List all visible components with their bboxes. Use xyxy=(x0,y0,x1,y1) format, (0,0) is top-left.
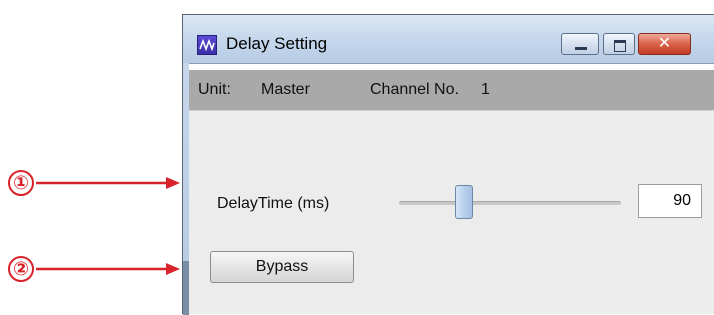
minimize-button[interactable] xyxy=(561,33,599,55)
delay-time-slider-track[interactable] xyxy=(399,201,621,205)
app-logo-icon xyxy=(197,35,217,55)
callout-number: ① xyxy=(8,170,34,196)
minimize-icon xyxy=(575,47,587,50)
callout-1: ① xyxy=(8,170,182,196)
bypass-button[interactable]: Bypass xyxy=(210,251,354,283)
window-title: Delay Setting xyxy=(226,34,328,53)
callout-number: ② xyxy=(8,256,34,282)
unit-label: Unit: xyxy=(198,81,231,98)
delay-time-input[interactable]: 90 xyxy=(638,184,702,218)
maximize-icon xyxy=(614,40,626,52)
title-bar[interactable]: Delay Setting ✕ xyxy=(183,15,714,64)
unit-value: Master xyxy=(261,81,310,98)
channel-value: 1 xyxy=(481,81,490,98)
callout-arrow-icon xyxy=(36,177,180,189)
delay-time-slider-thumb[interactable] xyxy=(455,185,473,219)
close-button[interactable]: ✕ xyxy=(638,33,691,55)
callout-arrow-icon xyxy=(36,263,180,275)
delay-setting-window: Delay Setting ✕ Unit: Master Channel No.… xyxy=(182,14,714,315)
delay-time-label: DelayTime (ms) xyxy=(217,195,330,212)
info-bar: Unit: Master Channel No. 1 xyxy=(189,70,714,110)
close-icon: ✕ xyxy=(657,35,672,52)
channel-label: Channel No. xyxy=(370,81,459,98)
callout-2: ② xyxy=(8,256,182,282)
maximize-button[interactable] xyxy=(603,33,635,55)
content-panel: DelayTime (ms) 90 Bypass xyxy=(189,110,714,314)
